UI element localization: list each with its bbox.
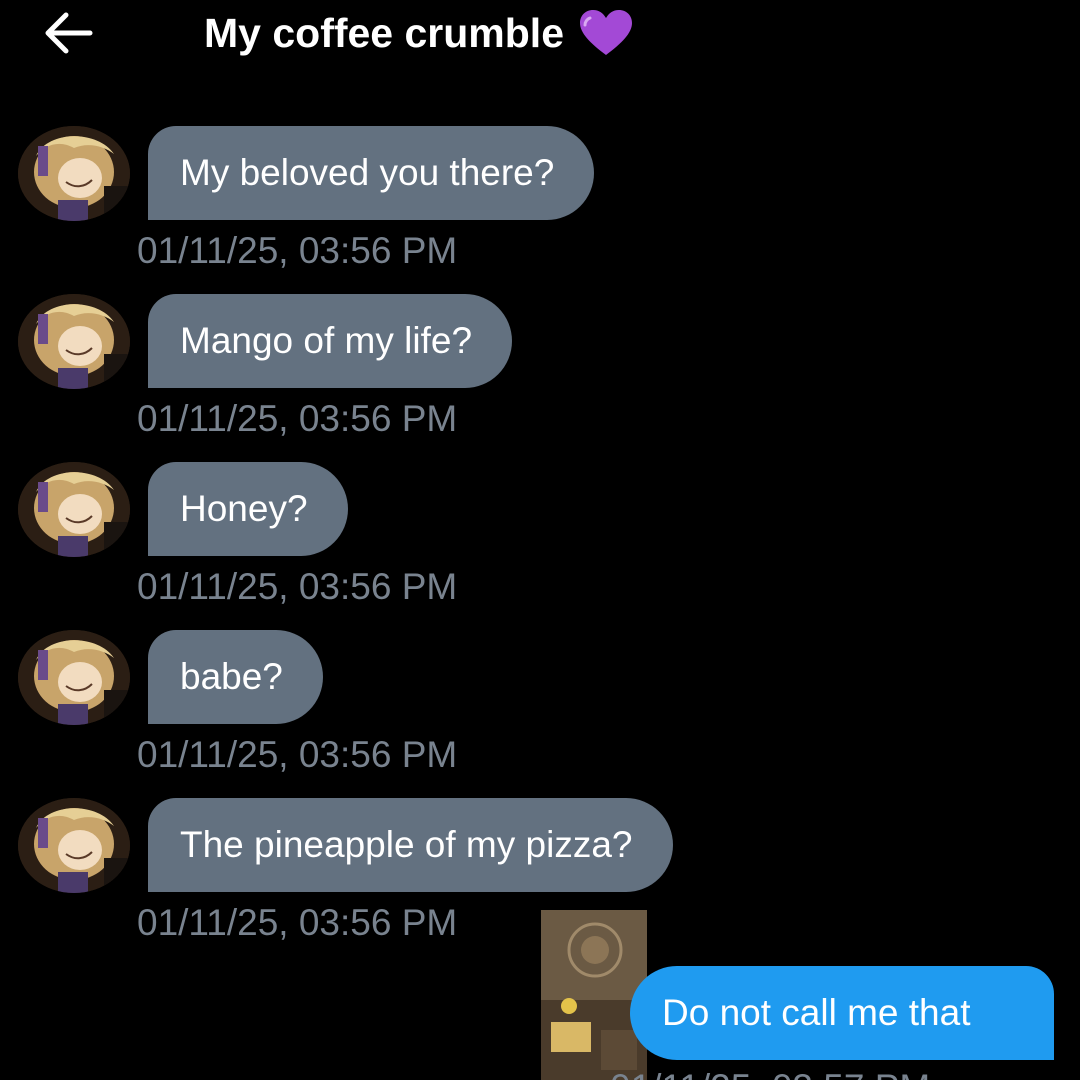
message-timestamp: 01/11/25, 03:57 PM <box>610 1066 930 1080</box>
chat-title-text: My coffee crumble <box>204 10 564 56</box>
avatar-image <box>18 126 130 221</box>
avatar[interactable] <box>18 630 130 725</box>
chat-title[interactable]: My coffee crumble <box>204 8 634 58</box>
avatar[interactable] <box>18 126 130 221</box>
message-row: My beloved you there? 01/11/25, 03:56 PM <box>0 126 1080 294</box>
chat-header: My coffee crumble <box>0 0 1080 70</box>
sticker-image[interactable] <box>541 910 647 1080</box>
incoming-message-bubble[interactable]: Mango of my life? <box>148 294 513 388</box>
purple-heart-icon <box>580 10 632 56</box>
avatar[interactable] <box>18 462 130 557</box>
incoming-message-bubble[interactable]: Honey? <box>148 462 348 556</box>
back-button[interactable] <box>38 8 98 58</box>
message-row: babe? 01/11/25, 03:56 PM <box>0 630 1080 798</box>
avatar-image <box>18 462 130 557</box>
message-row: The pineapple of my pizza? 01/11/25, 03:… <box>0 798 1080 966</box>
message-timestamp: 01/11/25, 03:56 PM <box>137 230 458 271</box>
avatar[interactable] <box>18 294 130 389</box>
outgoing-message-bubble[interactable]: Do not call me that <box>630 966 1054 1060</box>
avatar-image <box>18 294 130 389</box>
incoming-message-bubble[interactable]: babe? <box>148 630 323 724</box>
avatar-image <box>18 798 130 893</box>
sticker-artwork <box>541 910 647 1080</box>
message-row: Mango of my life? 01/11/25, 03:56 PM <box>0 294 1080 462</box>
message-timestamp: 01/11/25, 03:56 PM <box>137 566 458 607</box>
message-timestamp: 01/11/25, 03:56 PM <box>137 734 458 775</box>
avatar[interactable] <box>18 798 130 893</box>
message-timestamp: 01/11/25, 03:56 PM <box>137 398 458 439</box>
incoming-message-bubble[interactable]: The pineapple of my pizza? <box>148 798 673 892</box>
avatar-image <box>18 630 130 725</box>
chat-screen: My coffee crumble My beloved you there? … <box>0 0 1080 1080</box>
message-timestamp: 01/11/25, 03:56 PM <box>137 902 458 943</box>
incoming-message-bubble[interactable]: My beloved you there? <box>148 126 595 220</box>
arrow-left-icon <box>45 12 93 54</box>
message-row: Honey? 01/11/25, 03:56 PM <box>0 462 1080 630</box>
